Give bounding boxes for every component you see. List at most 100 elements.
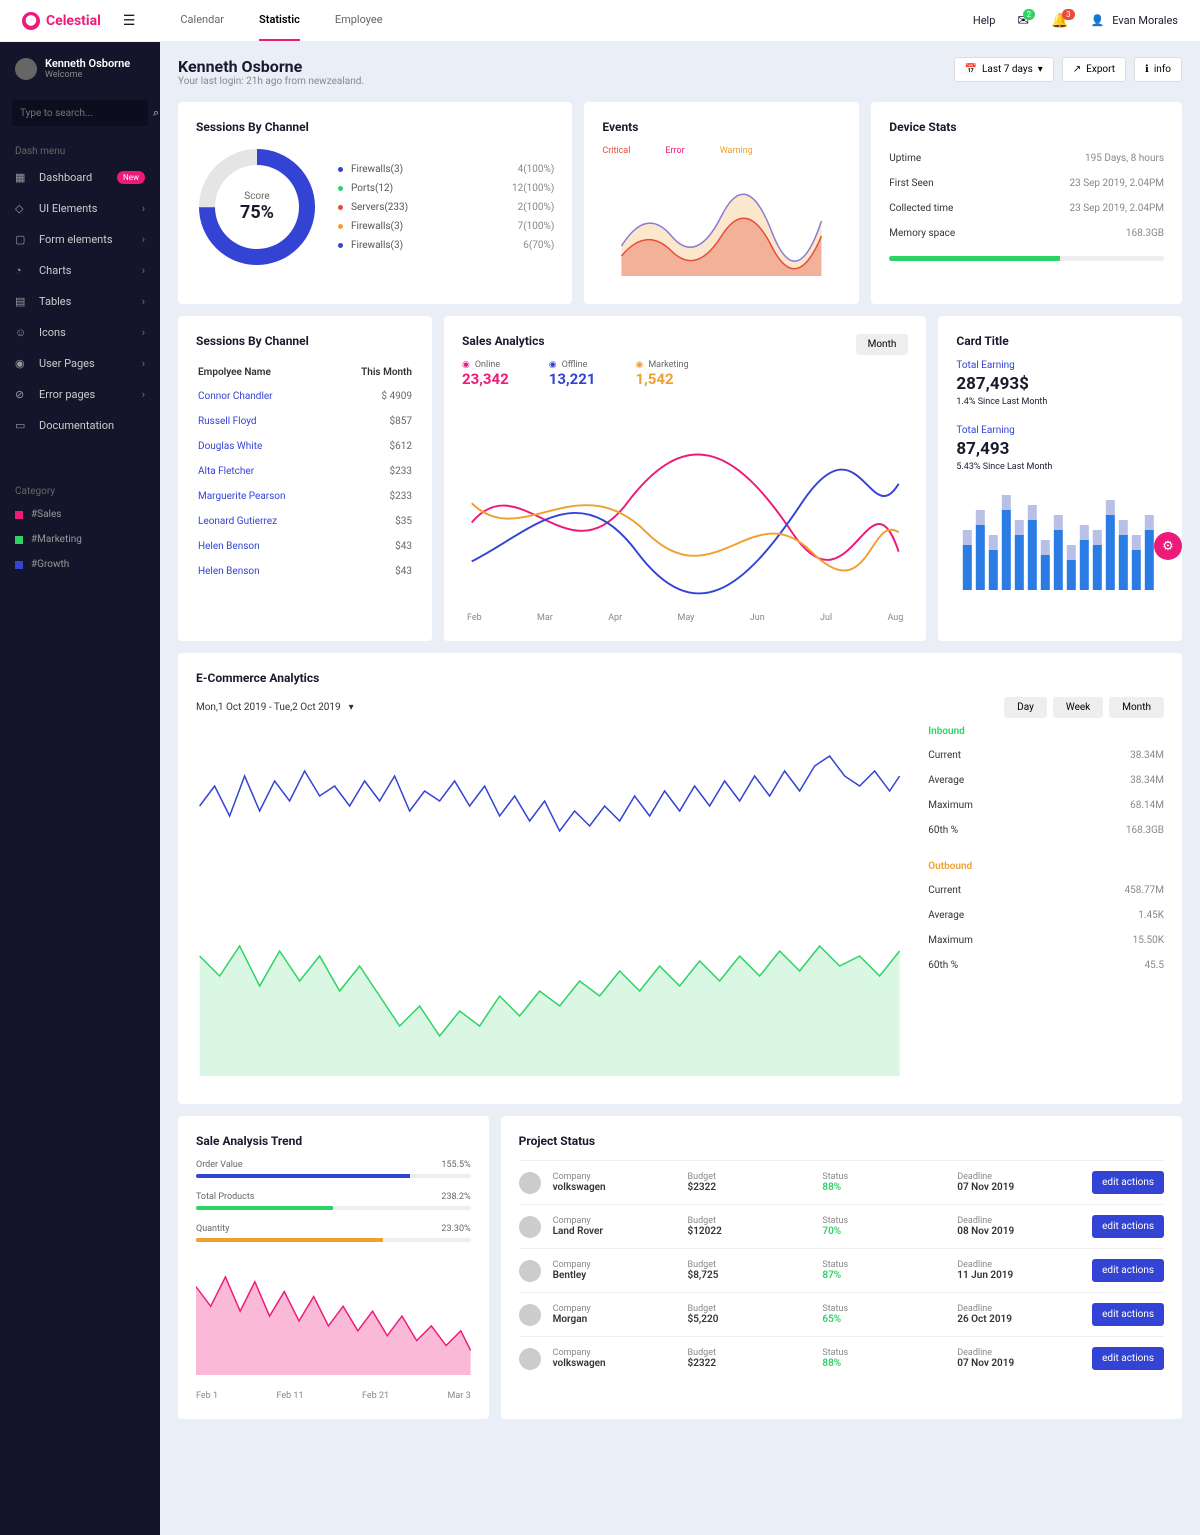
table-row[interactable]: Connor Chandler$ 4909 [198,385,412,408]
edit-actions-button[interactable]: edit actions [1092,1215,1164,1238]
date-range[interactable]: Mon,1 Oct 2019 - Tue,2 Oct 2019 [196,702,341,713]
stat-row: Uptime195 Days, 8 hours [889,146,1164,171]
donut-chart: Score75% [196,146,318,268]
logo[interactable]: ⬤Celestial [22,12,101,30]
sidebar-item-form-elements[interactable]: ▢Form elements› [0,224,160,255]
color-swatch [15,536,23,544]
legend-label: Warning [720,146,753,156]
hamburger-icon[interactable]: ☰ [123,13,136,29]
metric: ◉ Offline13,221 [549,360,596,388]
sidebar-item-user-pages[interactable]: ◉User Pages› [0,348,160,379]
legend-label: Error [665,146,684,156]
chevron-right-icon: › [142,388,145,401]
card-title: Card Title [956,334,1164,348]
card-title: Device Stats [889,120,1164,134]
sidebar-item-charts[interactable]: ◔Charts› [0,255,160,286]
stat-row: Collected time23 Sep 2019, 2.04PM [889,196,1164,221]
edit-actions-button[interactable]: edit actions [1092,1171,1164,1194]
chevron-right-icon: › [142,264,145,277]
avatar [519,1172,541,1194]
sidebar-item-error-pages[interactable]: ⊘Error pages› [0,379,160,410]
menu-icon: ☺ [15,326,29,339]
chevron-right-icon: › [142,202,145,215]
category-heading: Category [0,481,160,502]
table-row[interactable]: Helen Benson$43 [198,560,412,583]
search-icon[interactable]: ⌕ [153,106,159,120]
table-row[interactable]: Helen Benson$43 [198,535,412,558]
table-row[interactable]: Russell Floyd$857 [198,410,412,433]
search-input[interactable] [20,108,153,119]
menu-icon: ▤ [15,295,29,308]
card-title: Sale Analysis Trend [196,1134,471,1148]
trend-item: Order Value155.5% [196,1160,471,1178]
page-title: Kenneth Osborne [178,57,364,76]
device-stats-card: Device Stats Uptime195 Days, 8 hoursFirs… [871,102,1182,304]
card-title: E-Commerce Analytics [196,671,1164,685]
menu-icon: ▢ [15,233,29,246]
legend-item: Firewalls(3)7(100%) [338,217,554,236]
project-row: CompanyBentleyBudget$8,725Status87%Deadl… [519,1248,1164,1292]
profile[interactable]: Kenneth OsborneWelcome [0,57,160,95]
category-item[interactable]: #Growth [0,552,160,577]
legend-item: Ports(12)12(100%) [338,179,554,198]
sidebar-item-tables[interactable]: ▤Tables› [0,286,160,317]
search-box[interactable]: ⌕ [12,100,148,126]
user-name: Evan Morales [1112,14,1178,27]
stat-row: Average38.34M [928,768,1164,793]
table-row[interactable]: Leonard Gutierrez$35 [198,510,412,533]
month-button[interactable]: Month [856,334,909,355]
metric: ◉ Online23,342 [462,360,509,388]
fab-button[interactable]: ⚙ [1154,532,1182,560]
avatar [519,1348,541,1370]
mail-icon[interactable]: ✉2 [1017,13,1029,29]
tab-employee[interactable]: Employee [335,0,383,41]
tab-calendar[interactable]: Calendar [180,0,224,41]
project-row: CompanyvolkswagenBudget$2322Status88%Dea… [519,1336,1164,1380]
category-item[interactable]: #Sales [0,502,160,527]
edit-actions-button[interactable]: edit actions [1092,1259,1164,1282]
profile-name: Kenneth Osborne [45,57,130,70]
stat-row: Maximum68.14M [928,793,1164,818]
logo-icon: ⬤ [22,12,40,30]
category-item[interactable]: #Marketing [0,527,160,552]
sidebar-item-icons[interactable]: ☺Icons› [0,317,160,348]
sales-analytics-card: Sales Analytics ◉ Online23,342◉ Offline1… [444,316,926,641]
chevron-down-icon[interactable]: ▾ [349,702,354,713]
trend-item: Total Products238.2% [196,1192,471,1210]
color-swatch [15,561,23,569]
card-title: Sessions By Channel [196,334,414,348]
chevron-right-icon: › [142,295,145,308]
table-row[interactable]: Marguerite Pearson$233 [198,485,412,508]
project-row: CompanyvolkswagenBudget$2322Status88%Dea… [519,1160,1164,1204]
sidebar-item-documentation[interactable]: ▭Documentation [0,410,160,441]
card-title-card: Card Title Total Earning 287,493$ 1.4% S… [938,316,1182,641]
date-range-button[interactable]: 📅 Last 7 days ▾ [954,57,1054,82]
legend-item: Firewalls(3)4(100%) [338,160,554,179]
time-button-month[interactable]: Month [1109,697,1164,718]
avatar [519,1216,541,1238]
sidebar-item-ui-elements[interactable]: ◇UI Elements› [0,193,160,224]
edit-actions-button[interactable]: edit actions [1092,1303,1164,1326]
bell-icon[interactable]: 🔔3 [1051,13,1068,29]
trend-chart [196,1256,471,1386]
profile-sub: Welcome [45,70,130,80]
user-icon: 👤 [1091,14,1105,27]
help-link[interactable]: Help [973,14,996,27]
time-button-day[interactable]: Day [1004,697,1047,718]
table-row[interactable]: Douglas White$612 [198,435,412,458]
export-button[interactable]: ↗ Export [1062,57,1126,82]
menu-icon: ◉ [15,357,29,370]
info-button[interactable]: ℹ info [1134,57,1182,82]
edit-actions-button[interactable]: edit actions [1092,1347,1164,1370]
time-button-week[interactable]: Week [1053,697,1103,718]
stat-row: 60th %45.5 [928,953,1164,978]
table-row[interactable]: Alta Fletcher$233 [198,460,412,483]
sale-trend-card: Sale Analysis Trend Order Value155.5% Tot… [178,1116,489,1419]
project-status-card: Project Status CompanyvolkswagenBudget$2… [501,1116,1182,1419]
sidebar-item-dashboard[interactable]: ▦DashboardNew [0,162,160,193]
chevron-right-icon: › [142,233,145,246]
tab-statistic[interactable]: Statistic [259,0,300,41]
user-menu[interactable]: 👤 Evan Morales [1091,14,1178,27]
chevron-right-icon: › [142,326,145,339]
bell-badge: 3 [1062,9,1075,20]
